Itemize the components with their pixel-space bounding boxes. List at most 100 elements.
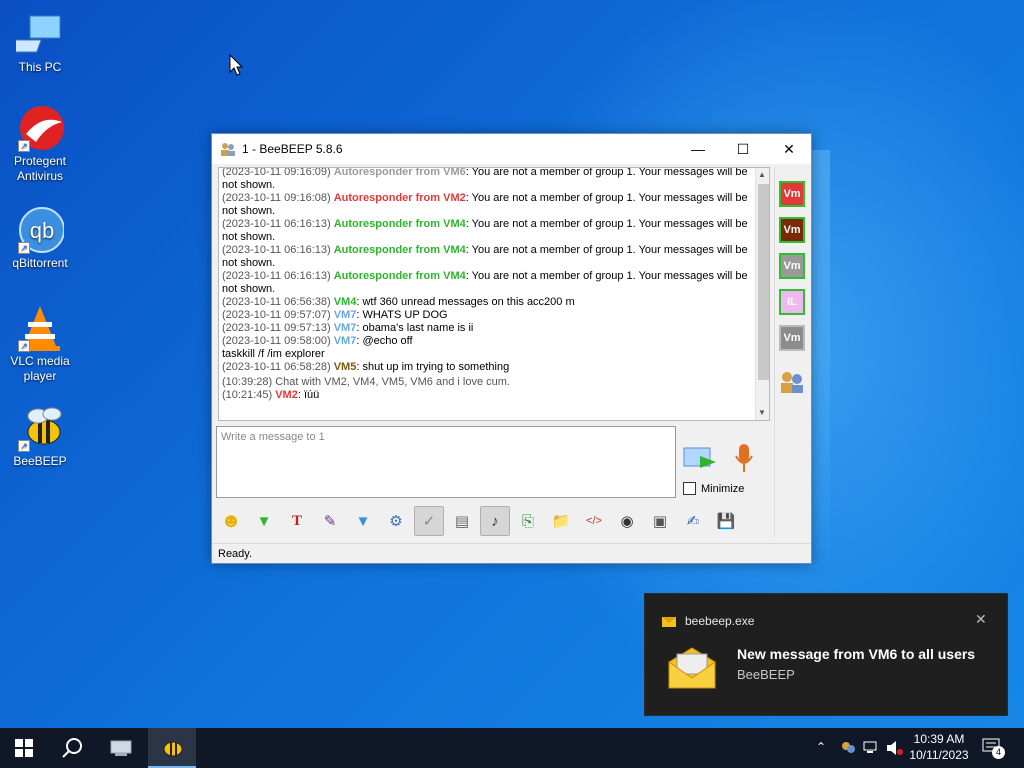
chat-message: (2023-10-11 09:16:09) Autoresponder from…: [222, 167, 752, 192]
message-sender: Autoresponder from VM6: [333, 167, 466, 178]
minimize-checkbox[interactable]: [683, 482, 696, 495]
microphone-icon[interactable]: [732, 442, 756, 476]
users-group-icon: [221, 143, 235, 156]
mouse-cursor-icon: [229, 54, 243, 76]
color-button[interactable]: ✎: [315, 506, 345, 536]
message-timestamp: (2023-10-11 06:58:28): [222, 361, 334, 373]
window-titlebar[interactable]: 1 - BeeBEEP 5.8.6 — ☐ ✕: [212, 134, 811, 164]
start-button[interactable]: [0, 728, 48, 768]
toast-app-name: beebeep.exe: [685, 614, 755, 628]
chat-log[interactable]: (2023-10-11 09:16:09) Autoresponder from…: [218, 167, 770, 421]
message-text: : shut up im trying to something: [356, 361, 510, 373]
volume-muted-icon[interactable]: [886, 740, 904, 756]
user-badge-label: Vm: [783, 260, 801, 272]
close-button[interactable]: ✕: [766, 134, 812, 164]
bee-icon: ↗: [16, 404, 64, 452]
desktop-icon-label: Protegent Antivirus: [13, 154, 67, 183]
desktop-icon-this-pc[interactable]: This PC: [2, 10, 78, 75]
message-timestamp: (2023-10-11 09:16:09): [222, 167, 334, 178]
user-badge[interactable]: IL: [779, 289, 805, 315]
shortcut-arrow-icon: ↗: [18, 140, 30, 152]
filter-button[interactable]: ▼: [348, 506, 378, 536]
clock-time: 10:39 AM: [913, 732, 965, 746]
chat-scrollbar[interactable]: ▲ ▼: [755, 168, 769, 420]
emoticon-button[interactable]: ☻: [216, 506, 246, 536]
message-text: : obama's last name is ii: [356, 322, 474, 334]
desktop-icon-vlc[interactable]: ↗ VLC media player: [2, 304, 78, 384]
toast-subtitle: BeeBEEP: [737, 667, 795, 682]
user-badge[interactable]: Vm: [779, 181, 805, 207]
font-button[interactable]: T: [282, 506, 312, 536]
taskbar-app-network[interactable]: [98, 728, 146, 768]
message-sender: VM4: [333, 296, 357, 308]
message-timestamp: (2023-10-11 06:16:13): [222, 244, 334, 256]
beebeep-window: 1 - BeeBEEP 5.8.6 — ☐ ✕ (2023-10-11 09:1…: [211, 133, 812, 564]
user-badge[interactable]: Vm: [779, 253, 805, 279]
user-badge-label: Vm: [783, 224, 801, 236]
minimize-checkbox-row[interactable]: Minimize: [683, 482, 744, 495]
taskbar-app-beebeep[interactable]: [148, 728, 196, 768]
tray-beebeep-icon[interactable]: [840, 740, 856, 756]
message-sender: VM7: [333, 322, 357, 334]
clock-date: 10/11/2023: [909, 748, 969, 762]
chat-message: (10:21:45) VM2: ïúü: [222, 389, 752, 402]
group-users-icon[interactable]: [778, 369, 806, 395]
chat-message: (10:39:28) Chat with VM2, VM4, VM5, VM6 …: [222, 376, 752, 389]
scroll-thumb[interactable]: [758, 184, 769, 380]
tray-expand-icon[interactable]: ⌃: [816, 740, 826, 754]
network-icon[interactable]: [863, 740, 879, 756]
scroll-down-icon[interactable]: ▼: [758, 408, 766, 417]
spellcheck-button[interactable]: ✓: [414, 506, 444, 536]
user-badge[interactable]: Vm: [779, 325, 805, 351]
send-file-button[interactable]: 📁: [546, 506, 576, 536]
chat-message: (2023-10-11 09:57:13) VM7: obama's last …: [222, 322, 752, 335]
edit-button[interactable]: ✍: [678, 506, 708, 536]
scroll-up-icon[interactable]: ▲: [758, 170, 766, 179]
message-timestamp: (2023-10-11 06:16:13): [222, 270, 334, 282]
clear-button[interactable]: ▣: [645, 506, 675, 536]
minimize-button[interactable]: —: [675, 134, 721, 164]
download-button[interactable]: ▼: [249, 506, 279, 536]
svg-text:qb: qb: [30, 218, 54, 243]
desktop-icon-protegent[interactable]: ↗ Protegent Antivirus: [2, 104, 78, 184]
message-sender: Autoresponder from VM4: [333, 218, 466, 230]
chat-toolbar: ☻ ▼ T ✎ ▼ ⚙ ✓ ▤ ♪ ⎘ 📁 </> ◉ ▣ ✍ 💾: [216, 504, 808, 538]
message-input[interactable]: Write a message to 1: [216, 426, 676, 498]
shortcut-arrow-icon: ↗: [18, 340, 30, 352]
desktop-icon-qbittorrent[interactable]: qb ↗ qBittorrent: [2, 206, 78, 271]
save-chat-button[interactable]: ⎘: [513, 506, 543, 536]
action-center-button[interactable]: 4: [982, 738, 1005, 759]
toast-title: New message from VM6 to all users: [737, 646, 976, 662]
code-icon: </>: [586, 515, 602, 527]
system-clock[interactable]: 10:39 AM 10/11/2023: [906, 731, 972, 763]
maximize-button[interactable]: ☐: [720, 134, 766, 164]
message-input-placeholder: Write a message to 1: [221, 431, 325, 443]
vlc-cone-icon: ↗: [16, 304, 64, 352]
book-icon: ▤: [454, 513, 470, 530]
save-button[interactable]: 💾: [711, 506, 741, 536]
chat-message: (2023-10-11 09:16:08) Autoresponder from…: [222, 192, 752, 218]
message-sender: Autoresponder from VM4: [333, 244, 466, 256]
sound-button[interactable]: ♪: [480, 506, 510, 536]
user-badge-label: Vm: [783, 188, 801, 200]
settings-button[interactable]: ⚙: [381, 506, 411, 536]
message-sender: Autoresponder from VM4: [333, 270, 466, 282]
message-timestamp: (10:39:28): [222, 376, 276, 388]
user-badge-label: Vm: [783, 332, 801, 344]
user-badge[interactable]: Vm: [779, 217, 805, 243]
search-button[interactable]: [48, 728, 96, 768]
minimize-label: Minimize: [701, 482, 745, 495]
desktop-icon-beebeep[interactable]: ↗ BeeBEEP: [2, 404, 78, 469]
toast-close-icon[interactable]: ✕: [975, 611, 987, 628]
html-button[interactable]: </>: [579, 506, 609, 536]
windows-icon: [15, 739, 33, 757]
dictionary-button[interactable]: ▤: [447, 506, 477, 536]
message-sender: VM5: [333, 361, 357, 373]
message-timestamp: (2023-10-11 09:16:08): [222, 192, 334, 204]
desktop-icon-label: VLC media player: [10, 354, 70, 383]
send-message-icon[interactable]: [682, 442, 718, 476]
desktop-icon-label: qBittorrent: [12, 256, 68, 270]
notification-toast[interactable]: beebeep.exe ✕ New message from VM6 to al…: [644, 593, 1008, 716]
chat-message: (2023-10-11 06:16:13) Autoresponder from…: [222, 218, 752, 244]
screenshot-button[interactable]: ◉: [612, 506, 642, 536]
